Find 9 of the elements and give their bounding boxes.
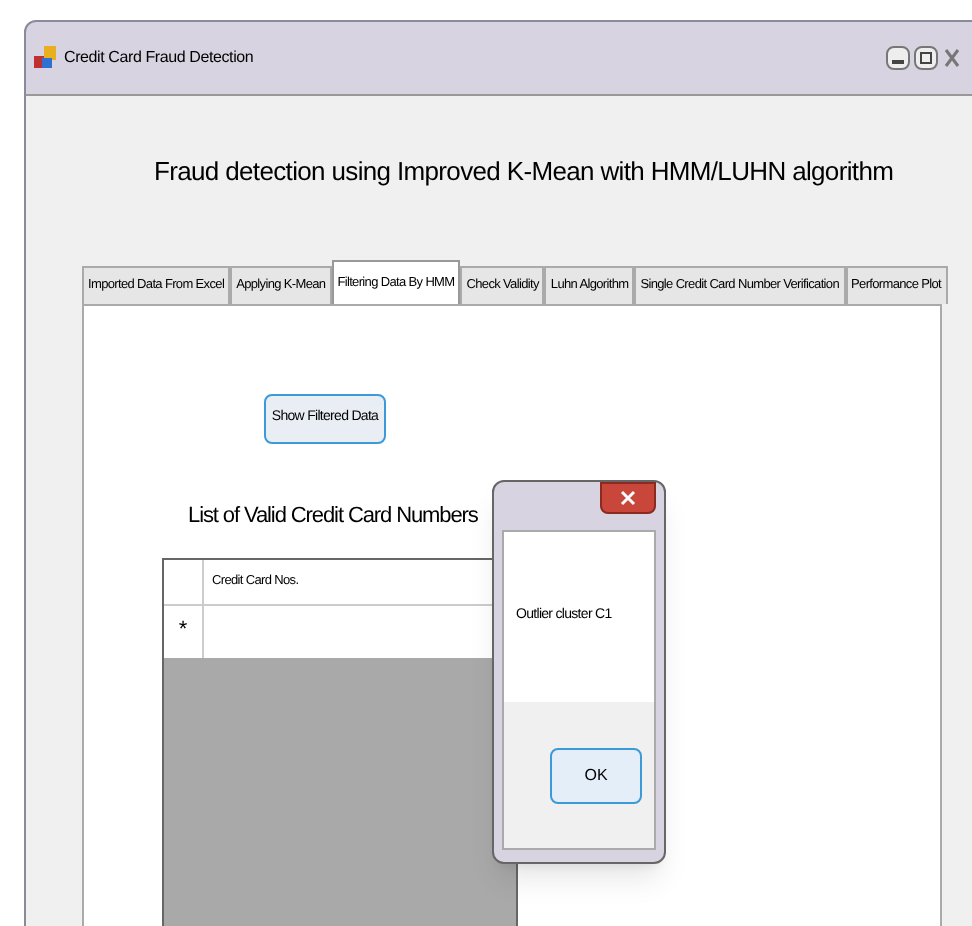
close-icon: [620, 490, 636, 506]
app-icon: [34, 46, 58, 70]
ok-button[interactable]: OK: [550, 747, 642, 803]
heading: Fraud detection using Improved K-Mean with HMM/LUHN algorithm: [154, 154, 894, 191]
minimize-button[interactable]: [886, 46, 910, 70]
maximize-button[interactable]: [914, 46, 938, 70]
close-button[interactable]: [600, 482, 656, 514]
list-label: List of Valid Credit Card Numbers: [188, 502, 478, 532]
window-title: Credit Card Fraud Detection: [64, 46, 254, 70]
